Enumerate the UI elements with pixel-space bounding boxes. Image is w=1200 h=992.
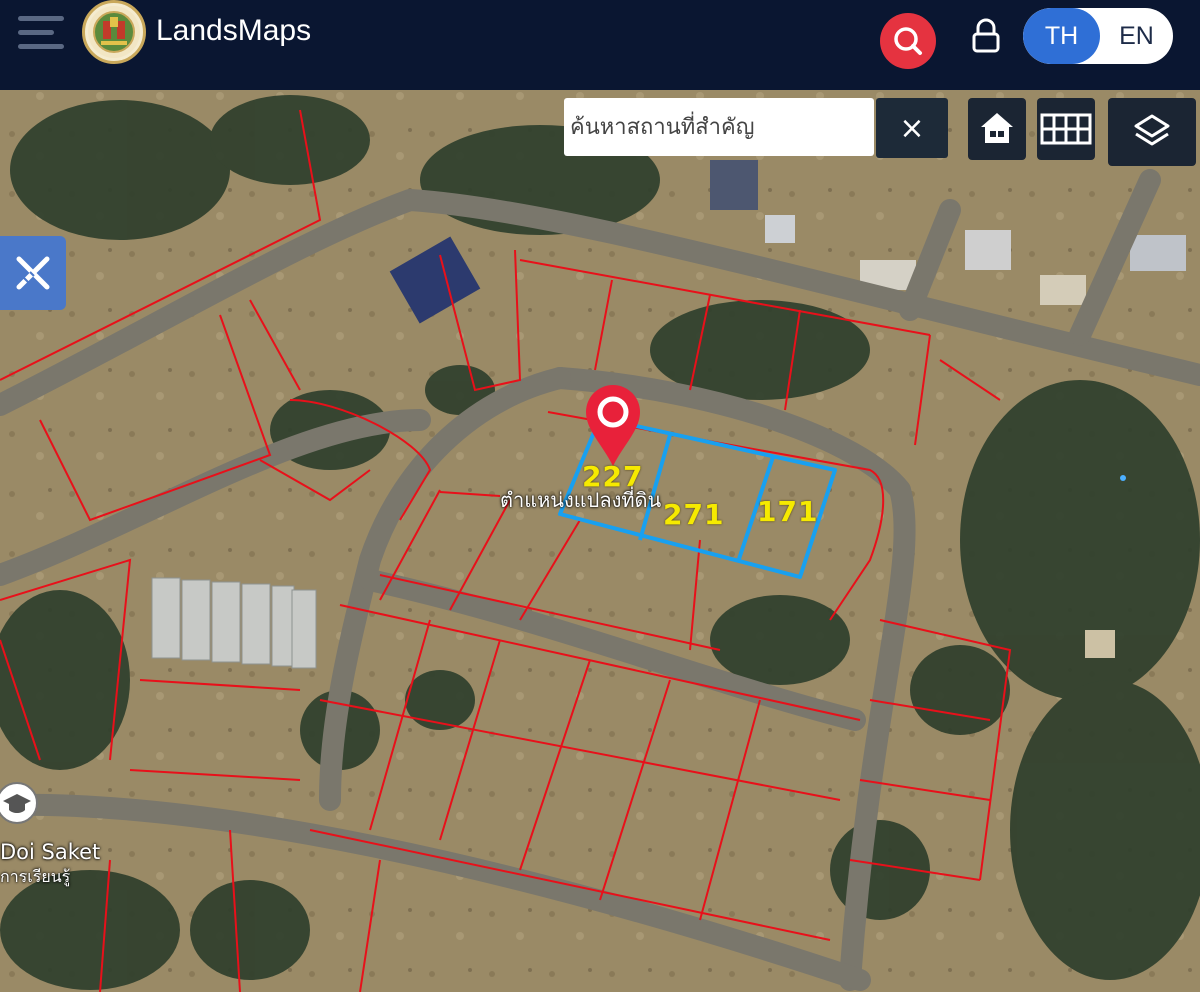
top-bar: LandsMaps TH EN bbox=[0, 0, 1200, 90]
clear-search-button[interactable]: × bbox=[876, 98, 948, 158]
login-button[interactable] bbox=[968, 16, 1004, 56]
home-button[interactable] bbox=[968, 98, 1026, 160]
measure-draw-button[interactable] bbox=[0, 236, 66, 310]
department-logo bbox=[82, 0, 146, 64]
lang-th-option[interactable]: TH bbox=[1023, 8, 1100, 64]
parcel-label[interactable]: 171 bbox=[757, 495, 818, 528]
satellite-map[interactable]: 227 271 171 ตำแหน่งแปลงที่ดิน Doi Saket … bbox=[0, 90, 1200, 992]
grid-icon bbox=[1040, 113, 1092, 145]
poi-label: Doi Saket bbox=[0, 840, 101, 864]
parcel-caption: ตำแหน่งแปลงที่ดิน bbox=[500, 488, 662, 512]
map-canvas[interactable] bbox=[0, 90, 1200, 992]
grid-button[interactable] bbox=[1037, 98, 1095, 160]
lock-icon bbox=[972, 18, 1000, 53]
place-search-box[interactable] bbox=[564, 98, 874, 156]
parcel-label[interactable]: 271 bbox=[663, 498, 724, 531]
place-search-input[interactable] bbox=[564, 98, 874, 156]
app-title: LandsMaps bbox=[156, 14, 312, 47]
layers-icon bbox=[1134, 114, 1170, 146]
search-icon bbox=[894, 27, 922, 55]
search-button[interactable] bbox=[880, 13, 936, 69]
language-toggle[interactable]: TH EN bbox=[1023, 8, 1173, 64]
school-icon[interactable] bbox=[0, 782, 38, 824]
ruler-pencil-icon bbox=[16, 256, 50, 290]
lang-en-option[interactable]: EN bbox=[1100, 8, 1173, 64]
poi-sublabel: การเรียนรู้ bbox=[0, 867, 71, 886]
layers-button[interactable] bbox=[1108, 98, 1196, 166]
menu-icon[interactable] bbox=[18, 16, 64, 52]
home-icon bbox=[981, 113, 1013, 143]
map-pin-icon bbox=[582, 382, 644, 468]
